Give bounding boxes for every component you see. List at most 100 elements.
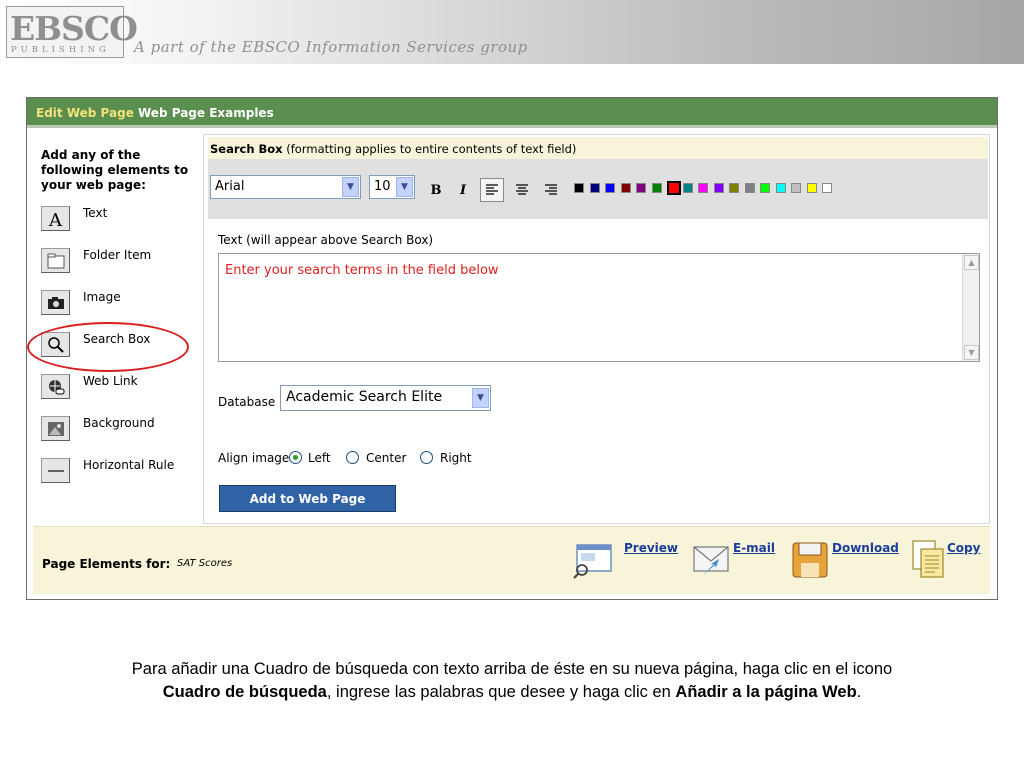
color-swatch[interactable] <box>822 183 832 193</box>
color-swatch[interactable] <box>682 183 693 193</box>
color-swatch[interactable] <box>744 183 755 193</box>
scroll-down-icon[interactable]: ▼ <box>964 345 979 360</box>
color-swatch[interactable] <box>806 183 817 193</box>
caption-part1: Para añadir una Cuadro de búsqueda con t… <box>131 660 893 678</box>
caption-part2: , ingrese las palabras que desee y haga … <box>326 683 676 701</box>
format-toolbar: Arial ▼ 10 ▼ B I <box>208 159 988 219</box>
palette-item-background[interactable]: Background <box>41 414 206 444</box>
color-swatch[interactable] <box>605 183 615 193</box>
database-value: Academic Search Elite <box>286 389 443 405</box>
palette-item-web-link[interactable]: Web Link <box>41 372 206 402</box>
web-link-icon <box>41 374 70 399</box>
camera-icon <box>41 290 70 315</box>
download-link[interactable]: Download <box>832 541 899 555</box>
color-swatch[interactable] <box>651 183 662 193</box>
logo-sub-text: PUBLISHING <box>11 45 110 55</box>
align-left-icon <box>486 184 498 195</box>
color-swatch[interactable] <box>729 183 739 193</box>
download-icon <box>792 542 828 578</box>
caption-bold2: Añadir a la página Web <box>675 683 857 701</box>
background-icon <box>41 416 70 441</box>
search-text-value: Enter your search terms in the field bel… <box>225 263 499 278</box>
color-swatch[interactable] <box>775 183 786 193</box>
color-swatch[interactable] <box>667 181 681 195</box>
copy-icon <box>912 540 944 578</box>
app-frame: Edit Web Page Web Page Examples Add any … <box>26 97 998 600</box>
element-palette: Add any of the following elements to you… <box>33 134 203 524</box>
palette-item-label: Image <box>83 290 121 304</box>
font-family-select[interactable]: Arial ▼ <box>210 175 361 199</box>
align-right-button[interactable] <box>539 178 563 202</box>
palette-item-folder[interactable]: Folder Item <box>41 246 206 276</box>
align-center-label: Center <box>366 451 407 465</box>
font-size-select[interactable]: 10 ▼ <box>369 175 415 199</box>
database-label: Database <box>218 395 276 409</box>
italic-button[interactable]: I <box>451 178 475 202</box>
color-swatch[interactable] <box>574 183 584 193</box>
copy-link[interactable]: Copy <box>947 541 980 555</box>
ebsco-logo: EBSCO PUBLISHING <box>6 6 138 58</box>
caption-part3: . <box>856 683 862 701</box>
preview-icon <box>573 544 612 579</box>
palette-item-image[interactable]: Image <box>41 288 206 318</box>
color-swatch[interactable] <box>760 183 770 193</box>
email-icon <box>693 546 729 575</box>
palette-item-search-box[interactable]: Search Box <box>41 330 206 360</box>
magnifier-icon <box>41 332 70 357</box>
align-center-icon <box>516 184 528 195</box>
search-box-editor: Search Box (formatting applies to entire… <box>203 134 990 524</box>
page-elements-label: Page Elements for: <box>42 557 171 571</box>
search-text-area[interactable]: Enter your search terms in the field bel… <box>218 253 980 362</box>
page-elements-footer: Page Elements for: SAT Scores Preview E-… <box>33 526 990 594</box>
editor-title-note: (formatting applies to entire contents o… <box>282 142 577 156</box>
color-swatch[interactable] <box>589 183 600 193</box>
color-swatch[interactable] <box>698 183 708 193</box>
palette-item-label: Background <box>83 416 155 430</box>
align-center-radio[interactable] <box>346 451 359 464</box>
slide-caption: Para añadir una Cuadro de búsqueda con t… <box>20 658 1004 704</box>
align-image-label: Align image: <box>218 451 294 465</box>
download-action[interactable]: Download <box>789 535 909 581</box>
palette-item-text[interactable]: A Text <box>41 204 206 234</box>
palette-item-horizontal-rule[interactable]: Horizontal Rule <box>41 456 206 486</box>
add-to-web-page-button[interactable]: Add to Web Page <box>219 485 396 512</box>
palette-item-label: Web Link <box>83 374 138 388</box>
copy-action[interactable]: Copy <box>909 535 989 581</box>
horizontal-rule-icon <box>41 458 70 483</box>
align-right-icon <box>545 184 557 195</box>
chevron-down-icon: ▼ <box>342 177 359 197</box>
color-swatch[interactable] <box>620 183 631 193</box>
palette-item-label: Horizontal Rule <box>83 458 175 472</box>
align-center-button[interactable] <box>510 178 534 202</box>
align-left-button[interactable] <box>480 178 504 202</box>
align-right-radio[interactable] <box>420 451 433 464</box>
nav-web-page-examples[interactable]: Web Page Examples <box>138 106 274 120</box>
palette-item-label: Text <box>83 206 108 220</box>
align-right-label: Right <box>440 451 472 465</box>
tagline: A part of the EBSCO Information Services… <box>134 38 528 56</box>
caption-bold1: Cuadro de búsqueda <box>162 683 327 701</box>
text-icon: A <box>41 206 70 231</box>
top-nav: Edit Web Page Web Page Examples <box>27 98 997 128</box>
color-swatch[interactable] <box>713 183 724 193</box>
text-field-label: Text (will appear above Search Box) <box>218 233 434 247</box>
color-swatch[interactable] <box>791 183 801 193</box>
bold-button[interactable]: B <box>424 178 448 202</box>
logo-main-text: EBSCO <box>10 9 138 48</box>
color-swatch[interactable] <box>636 183 646 193</box>
palette-item-label: Folder Item <box>83 248 152 262</box>
font-family-value: Arial <box>215 179 245 194</box>
scroll-up-icon[interactable]: ▲ <box>964 255 979 270</box>
align-left-radio[interactable] <box>289 451 302 464</box>
nav-edit-web-page[interactable]: Edit Web Page <box>36 106 134 120</box>
email-action[interactable]: E-mail <box>691 535 791 581</box>
database-select[interactable]: Academic Search Elite ▼ <box>280 385 491 411</box>
align-left-label: Left <box>308 451 331 465</box>
editor-title: Search Box (formatting applies to entire… <box>208 137 988 159</box>
preview-link[interactable]: Preview <box>624 541 678 555</box>
email-link[interactable]: E-mail <box>733 541 775 555</box>
font-size-value: 10 <box>374 179 391 194</box>
textarea-scrollbar[interactable]: ▲ ▼ <box>962 254 979 361</box>
chevron-down-icon: ▼ <box>472 388 489 408</box>
preview-action[interactable]: Preview <box>573 535 683 581</box>
